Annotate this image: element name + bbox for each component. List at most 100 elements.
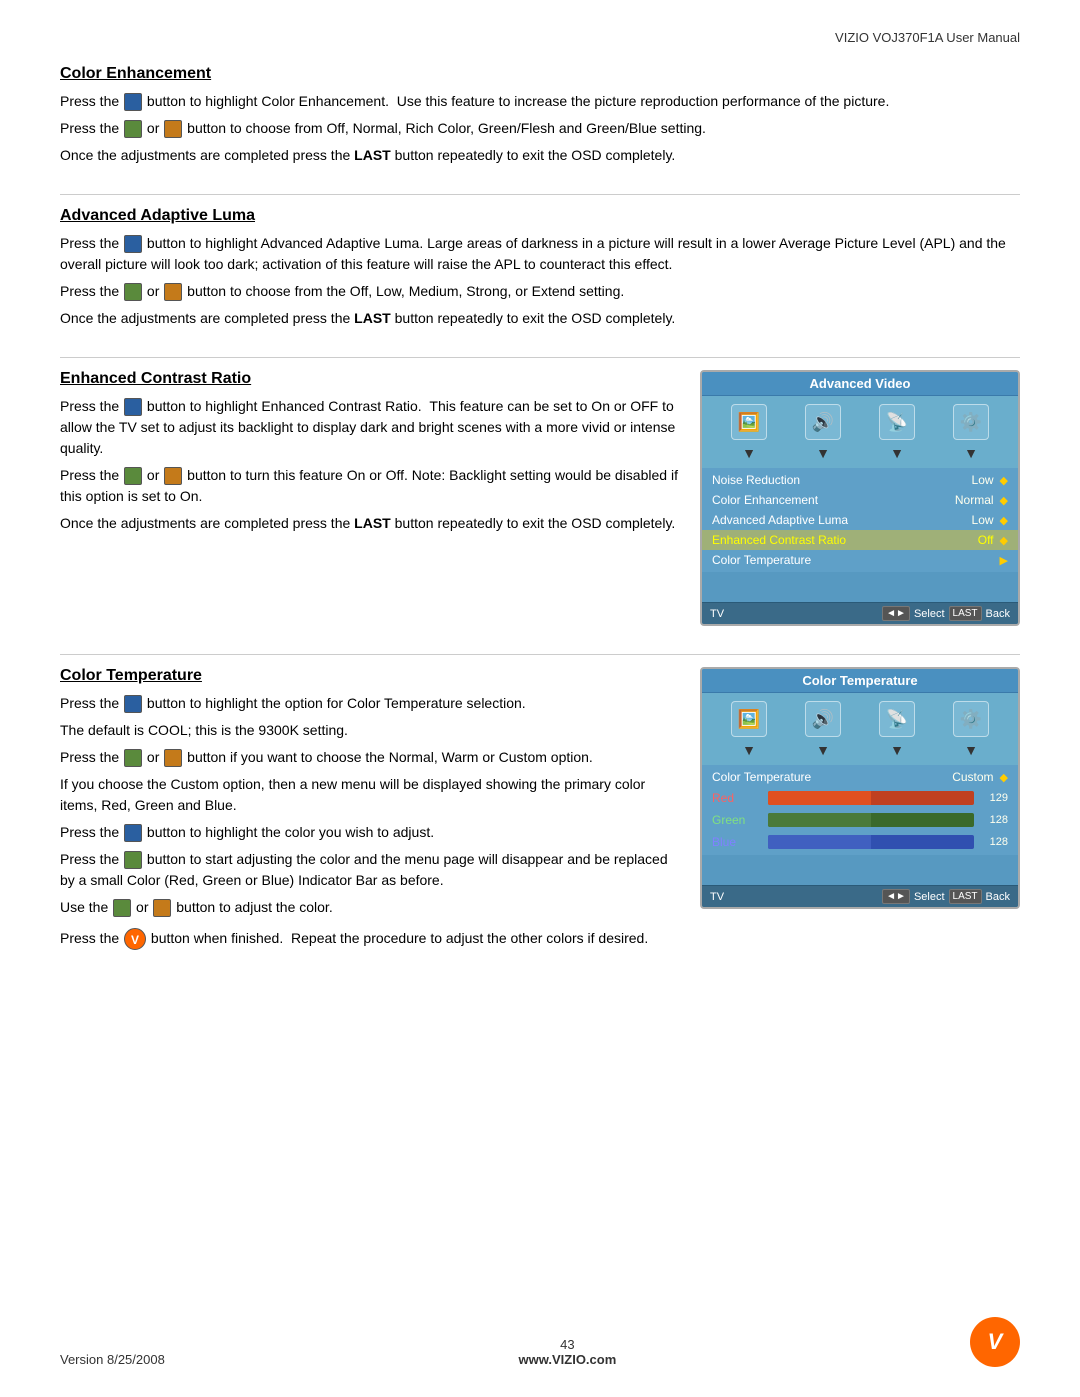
page-footer: Version 8/25/2008 43 www.VIZIO.com V xyxy=(60,1317,1020,1367)
sub-icon-4: ▼ xyxy=(957,444,985,462)
ct-para7: Use the or button to adjust the color. xyxy=(60,897,680,918)
green-value: 128 xyxy=(980,814,1008,826)
ecr-para1: Press the button to highlight Enhanced C… xyxy=(60,396,680,459)
osd-ct-icon-settings: ⚙️ xyxy=(953,701,989,737)
osd-icons-sub-row: ▼ ▼ ▼ ▼ xyxy=(702,444,1018,468)
osd-last-btn: LAST xyxy=(949,606,982,621)
osd-icon-settings: ⚙️ xyxy=(953,404,989,440)
audio-icon: 🔊 xyxy=(805,404,841,440)
ct-para2: The default is COOL; this is the 9300K s… xyxy=(60,720,680,741)
blue-value: 128 xyxy=(980,836,1008,848)
tv-icon: 📡 xyxy=(879,404,915,440)
left-button-icon-ct xyxy=(124,749,142,767)
section-body-aal: Press the button to highlight Advanced A… xyxy=(60,233,1020,329)
ct-sub-icon-3: ▼ xyxy=(883,741,911,759)
right-button-icon-ecr xyxy=(164,467,182,485)
osd-advanced-video: Advanced Video 🖼️ 🔊 📡 ⚙️ xyxy=(700,370,1020,626)
section-title-color-enhancement: Color Enhancement xyxy=(60,65,1020,83)
ct-sub-icon-2: ▼ xyxy=(809,741,837,759)
osd-color-temperature: Color Temperature 🖼️ 🔊 📡 ⚙️ xyxy=(700,667,1020,909)
osd-bottom-bar: TV ◄► Select LAST Back xyxy=(702,602,1018,624)
osd-ct-icon-tv: 📡 xyxy=(879,701,915,737)
ct-picture-icon: 🖼️ xyxy=(731,701,767,737)
osd-ct-red-row: Red 129 xyxy=(702,787,1018,809)
osd-ct-icons-sub-row: ▼ ▼ ▼ ▼ xyxy=(702,741,1018,765)
ct-audio-icon: 🔊 xyxy=(805,701,841,737)
osd-icon-tv: 📡 xyxy=(879,404,915,440)
osd-bottom-controls: ◄► Select LAST Back xyxy=(882,606,1010,621)
ct-screen-col: Color Temperature 🖼️ 🔊 📡 ⚙️ xyxy=(700,667,1020,909)
ct-settings-icon: ⚙️ xyxy=(953,701,989,737)
website: www.VIZIO.com xyxy=(519,1352,617,1367)
last-bold-aal: LAST xyxy=(354,310,391,326)
ct-sub-icon-4: ▼ xyxy=(957,741,985,759)
osd-tv-label: TV xyxy=(710,608,724,620)
section-color-temperature: Color Temperature Press the button to hi… xyxy=(60,667,1020,956)
section-body-color-enhancement: Press the button to highlight Color Enha… xyxy=(60,91,1020,166)
section-advanced-adaptive-luma: Advanced Adaptive Luma Press the button … xyxy=(60,207,1020,329)
red-bar-fill xyxy=(768,791,871,805)
ecr-screen-col: Advanced Video 🖼️ 🔊 📡 ⚙️ xyxy=(700,370,1020,626)
sub-icon-2: ▼ xyxy=(809,444,837,462)
osd-title: Advanced Video xyxy=(702,372,1018,396)
settings-icon: ⚙️ xyxy=(953,404,989,440)
right-button-icon xyxy=(164,120,182,138)
green-bar-track xyxy=(768,813,974,827)
ct-para5: Press the button to highlight the color … xyxy=(60,822,680,843)
osd-ct-spacer xyxy=(702,855,1018,885)
right-button-icon-aal xyxy=(164,283,182,301)
ok-button-icon-ecr xyxy=(124,398,142,416)
page-header: VIZIO VOJ370F1A User Manual xyxy=(60,30,1020,45)
section-body-ct: Press the button to highlight the option… xyxy=(60,693,680,950)
osd-icon-picture: 🖼️ xyxy=(731,404,767,440)
green-label: Green xyxy=(712,813,762,827)
ct-para6: Press the button to start adjusting the … xyxy=(60,849,680,891)
osd-ct-icons-row: 🖼️ 🔊 📡 ⚙️ xyxy=(702,693,1018,741)
blue-bar-fill xyxy=(768,835,871,849)
osd-ct-bottom-bar: TV ◄► Select LAST Back xyxy=(702,885,1018,907)
green-bar-fill xyxy=(768,813,871,827)
ecr-para2: Press the or button to turn this feature… xyxy=(60,465,680,507)
osd-dpad-btn: ◄► xyxy=(882,606,910,621)
ce-para2: Press the or button to choose from Off, … xyxy=(60,118,1020,139)
left-button-icon-ecr xyxy=(124,467,142,485)
aal-para2: Press the or button to choose from the O… xyxy=(60,281,1020,302)
osd-ct-blue-row: Blue 128 xyxy=(702,831,1018,853)
osd-item-color-temp: Color Temperature ▶ xyxy=(702,550,1018,570)
osd-item-aal: Advanced Adaptive Luma Low ◆ xyxy=(702,510,1018,530)
last-bold-ecr: LAST xyxy=(354,515,391,531)
divider1 xyxy=(60,194,1020,195)
osd-item-color-enhancement: Color Enhancement Normal ◆ xyxy=(702,490,1018,510)
ct-para8: Press the V button when finished. Repeat… xyxy=(60,928,680,950)
left-button-icon xyxy=(124,120,142,138)
osd-ct-bottom-controls: ◄► Select LAST Back xyxy=(882,889,1010,904)
osd-ct-top-item: Color Temperature Custom ◆ xyxy=(702,767,1018,787)
sub-icon-3: ▼ xyxy=(883,444,911,462)
ct-sub-icon-1: ▼ xyxy=(735,741,763,759)
osd-ct-icon-picture: 🖼️ xyxy=(731,701,767,737)
ok-button-icon-aal xyxy=(124,235,142,253)
osd-item-noise-reduction: Noise Reduction Low ◆ xyxy=(702,470,1018,490)
ct-para3: Press the or button if you want to choos… xyxy=(60,747,680,768)
osd-spacer xyxy=(702,572,1018,602)
blue-label: Blue xyxy=(712,835,762,849)
vizio-ok-icon: V xyxy=(124,928,146,950)
picture-icon: 🖼️ xyxy=(731,404,767,440)
ok-button-icon xyxy=(124,93,142,111)
footer-center: 43 www.VIZIO.com xyxy=(519,1337,617,1367)
osd-ct-tv-label: TV xyxy=(710,891,724,903)
manual-title: VIZIO VOJ370F1A User Manual xyxy=(835,30,1020,45)
ok-button-icon-ct xyxy=(124,695,142,713)
footer-version: Version 8/25/2008 xyxy=(60,1352,165,1367)
left-button-icon-ct2 xyxy=(113,899,131,917)
osd-back-label: Back xyxy=(986,608,1010,620)
ok-button-icon-ct3 xyxy=(124,851,142,869)
section-title-ct: Color Temperature xyxy=(60,667,680,685)
ct-para4: If you choose the Custom option, then a … xyxy=(60,774,680,816)
osd-ct-back-label: Back xyxy=(986,891,1010,903)
page-number: 43 xyxy=(519,1337,617,1352)
osd-ct-last-btn: LAST xyxy=(949,889,982,904)
osd-ct-green-row: Green 128 xyxy=(702,809,1018,831)
osd-ct-title: Color Temperature xyxy=(702,669,1018,693)
footer-logo: V xyxy=(970,1317,1020,1367)
